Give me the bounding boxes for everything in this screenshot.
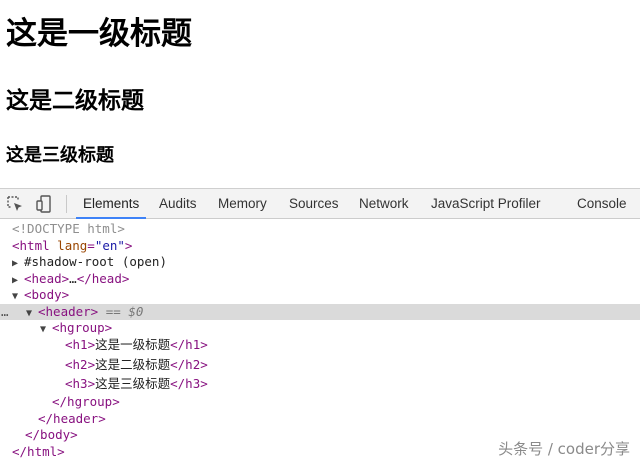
hgroup-close-tag: </hgroup> xyxy=(52,394,120,409)
html-open-tag: <html xyxy=(12,238,50,253)
watermark: 头条号 / coder分享 xyxy=(498,440,630,458)
h1-open-tag: <h1> xyxy=(65,337,96,352)
html-close-tag: </html> xyxy=(12,444,65,459)
doctype-text: <!DOCTYPE html> xyxy=(12,221,125,236)
h2-open-tag: <h2> xyxy=(65,357,96,372)
dom-node-h1[interactable]: <h1>这是一级标题</h1> xyxy=(0,337,640,353)
dom-node-doctype[interactable]: <!DOCTYPE html> xyxy=(0,221,640,237)
tab-audits[interactable]: Audits xyxy=(159,189,197,219)
expand-triangle-icon[interactable]: ▶ xyxy=(12,256,24,272)
dom-tree: <!DOCTYPE html> <html lang="en"> ▶ #shado… xyxy=(0,219,640,467)
page-preview: 这是一级标题 这是二级标题 这是三级标题 xyxy=(0,0,640,188)
html-attr-eq: = xyxy=(87,238,95,253)
devtools-panel: Elements Audits Memory Sources Network J… xyxy=(0,188,640,467)
collapse-triangle-icon[interactable]: ▼ xyxy=(40,322,52,338)
head-open-tag: <head> xyxy=(24,271,70,286)
html-attr-name: lang xyxy=(49,238,88,253)
heading-level-1: 这是一级标题 xyxy=(6,16,192,52)
devtools-toolbar: Elements Audits Memory Sources Network J… xyxy=(0,189,640,219)
tab-sources[interactable]: Sources xyxy=(289,189,339,219)
tab-elements[interactable]: Elements xyxy=(76,189,147,219)
html-attr-value: "en" xyxy=(94,238,125,253)
dom-node-h3[interactable]: <h3>这是三级标题</h3> xyxy=(0,376,640,392)
h3-close-tag: </h3> xyxy=(170,376,208,391)
dom-node-h2[interactable]: <h2>这是二级标题</h2> xyxy=(0,357,640,373)
h1-text: 这是一级标题 xyxy=(95,337,171,352)
dom-node-html[interactable]: <html lang="en"> xyxy=(0,238,640,254)
dom-node-hgroup-close[interactable]: </hgroup> xyxy=(0,394,640,410)
device-toolbar-icon[interactable] xyxy=(35,195,53,213)
h1-close-tag: </h1> xyxy=(170,337,208,352)
toolbar-divider xyxy=(66,195,67,213)
dom-node-header-selected[interactable]: … ▼ <header> == $0 xyxy=(0,304,640,320)
html-open-end: > xyxy=(124,238,133,253)
selected-node-marker: == $0 xyxy=(98,304,144,319)
h2-close-tag: </h2> xyxy=(170,357,208,372)
dom-node-hgroup[interactable]: ▼ <hgroup> xyxy=(0,320,640,336)
head-ellipsis: … xyxy=(69,271,77,286)
tab-console[interactable]: Console xyxy=(577,189,627,219)
body-close-tag: </body> xyxy=(25,427,78,442)
tab-memory[interactable]: Memory xyxy=(218,189,267,219)
tab-javascript-profiler[interactable]: JavaScript Profiler xyxy=(431,189,541,219)
shadow-root-text: #shadow-root (open) xyxy=(24,254,167,269)
collapse-triangle-icon[interactable]: ▼ xyxy=(12,289,24,305)
header-close-tag: </header> xyxy=(38,411,106,426)
h3-text: 这是三级标题 xyxy=(95,376,171,391)
body-open-tag: <body> xyxy=(24,287,70,302)
heading-level-2: 这是二级标题 xyxy=(6,88,144,114)
dom-node-body[interactable]: ▼ <body> xyxy=(0,287,640,303)
dom-node-header-close[interactable]: </header> xyxy=(0,411,640,427)
hgroup-open-tag: <hgroup> xyxy=(52,320,113,335)
head-close-tag: </head> xyxy=(76,271,130,286)
tab-network[interactable]: Network xyxy=(359,189,409,219)
inspect-element-icon[interactable] xyxy=(6,195,24,213)
h3-open-tag: <h3> xyxy=(65,376,96,391)
more-options-icon[interactable]: … xyxy=(1,304,9,320)
dom-node-head[interactable]: ▶ <head>…</head> xyxy=(0,271,640,287)
h2-text: 这是二级标题 xyxy=(95,357,171,372)
heading-level-3: 这是三级标题 xyxy=(6,145,114,166)
header-open-tag: <header> xyxy=(38,304,99,319)
dom-node-shadow-root[interactable]: ▶ #shadow-root (open) xyxy=(0,254,640,270)
